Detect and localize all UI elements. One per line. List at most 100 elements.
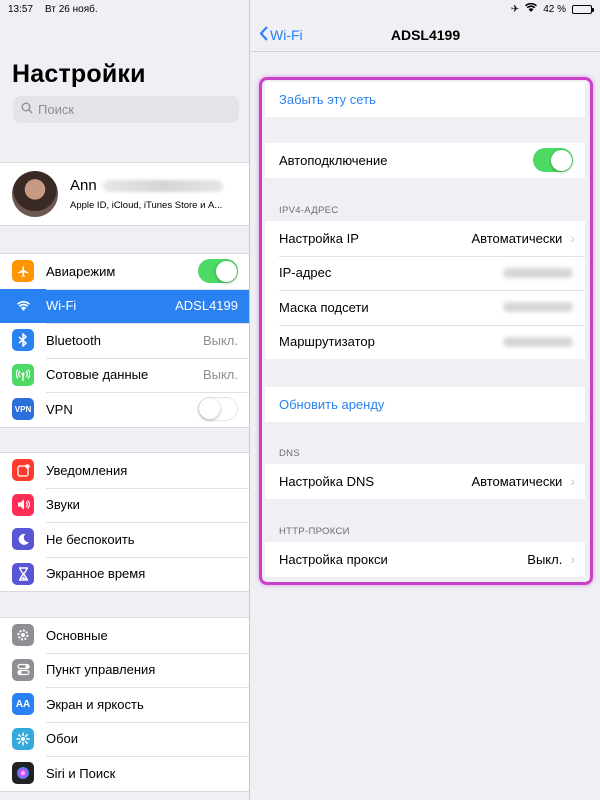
ipv4-row: IP-адрес (265, 255, 585, 291)
profile-name-text: Ann (70, 177, 97, 194)
ipv4-row-label: Маска подсети (279, 299, 369, 315)
sidebar-item-label: Экранное время (46, 566, 146, 582)
sounds-icon (12, 493, 34, 516)
renew-lease-button[interactable]: Обновить аренду (265, 387, 585, 422)
airplane-toggle[interactable] (198, 259, 238, 284)
dns-group: Настройка DNS Автоматически › (265, 464, 585, 499)
forget-network-button[interactable]: Забыть эту сеть (265, 82, 585, 117)
airplane-icon (12, 260, 34, 283)
toggle-knob (199, 398, 220, 420)
avatar (12, 171, 58, 217)
ipv4-row-label: IP-адрес (279, 265, 332, 281)
auto-join-label: Автоподключение (279, 152, 388, 168)
settings-sidebar: Настройки Ann Apple ID, iCloud, iTunes S… (0, 0, 250, 800)
vpn-icon: VPN (12, 398, 34, 421)
renew-lease-label: Обновить аренду (279, 396, 385, 412)
chevron-left-icon (259, 26, 268, 44)
proxy-settings-label: Настройка прокси (279, 551, 388, 567)
profile-group: Ann Apple ID, iCloud, iTunes Store и А..… (0, 162, 249, 226)
profile-row[interactable]: Ann Apple ID, iCloud, iTunes Store и А..… (0, 163, 249, 225)
notifications-icon (12, 459, 34, 482)
autojoin-group: Автоподключение (265, 143, 585, 178)
display-icon: AA (12, 693, 34, 716)
ipv4-row-value: Автоматически (471, 230, 563, 246)
profile-subtitle: Apple ID, iCloud, iTunes Store и А... (70, 200, 223, 211)
profile-name: Ann (70, 177, 223, 194)
ipv4-row: Маска подсети (265, 290, 585, 325)
proxy-settings-value: Выкл. (527, 551, 563, 567)
general-group: Основные Пункт управления AA Экран и яркост… (0, 617, 249, 792)
sidebar-item-notifications[interactable]: Уведомления (0, 453, 249, 488)
sidebar-item-label: Основные (46, 627, 108, 643)
gear-icon (12, 624, 34, 647)
sidebar-item-label: Экран и яркость (46, 696, 144, 712)
dns-settings-row[interactable]: Настройка DNS Автоматически › (265, 464, 585, 499)
proxy-group: Настройка прокси Выкл. › (265, 542, 585, 577)
wifi-status-icon (525, 2, 538, 15)
sidebar-item-airplane[interactable]: Авиарежим (0, 254, 249, 289)
proxy-section-header: HTTP-ПРОКСИ (279, 526, 350, 537)
bluetooth-icon (12, 329, 34, 352)
auto-join-toggle[interactable] (533, 148, 573, 173)
status-bar: 13:57 Вт 26 нояб. ✈ 42 % (0, 0, 600, 18)
search-bar[interactable] (13, 96, 239, 123)
page-title: Настройки (12, 60, 146, 88)
airplane-status-icon: ✈ (510, 3, 520, 15)
renew-group: Обновить аренду (265, 387, 585, 422)
sidebar-item-label: Уведомления (46, 462, 128, 478)
search-icon (21, 102, 33, 117)
toggle-knob (215, 260, 237, 282)
network-title: ADSL4199 (390, 26, 461, 43)
forget-group: Забыть эту сеть (265, 82, 585, 117)
status-date: Вт 26 нояб. (45, 3, 98, 15)
ipv4-row[interactable]: Настройка IP Автоматически › (265, 221, 585, 256)
ipv4-row: Маршрутизатор (265, 324, 585, 360)
ipv4-row-label: Маршрутизатор (279, 334, 375, 350)
sidebar-item-label: VPN (46, 401, 73, 417)
sidebar-item-label: Сотовые данные (46, 367, 149, 383)
sidebar-item-label: Звуки (46, 497, 80, 513)
sidebar-item-switches[interactable]: Пункт управления (0, 652, 249, 688)
ipv4-section-header: IPV4-АДРЕС (279, 205, 339, 216)
search-input[interactable] (38, 102, 218, 117)
battery-icon (572, 4, 594, 14)
switches-icon (12, 658, 34, 681)
sidebar-item-cellular[interactable]: Сотовые данные Выкл. (0, 357, 249, 393)
wifi-icon (12, 294, 34, 317)
auto-join-row: Автоподключение (265, 143, 585, 178)
sidebar-item-label: Wi-Fi (46, 298, 77, 314)
moon-icon (12, 528, 34, 551)
sidebar-item-label: Обои (46, 731, 79, 747)
toggle-knob (550, 149, 572, 171)
wifi-detail-pane: Wi-Fi ADSL4199 Забыть эту сеть Автоподкл… (251, 0, 600, 800)
cellular-icon (12, 363, 34, 386)
sidebar-item-wifi[interactable]: Wi-Fi ADSL4199 (0, 288, 249, 323)
sidebar-item-label: Не беспокоить (46, 531, 135, 547)
notifications-group: Уведомления Звуки Не беспокоить Экранное вр… (0, 452, 249, 592)
chevron-right-icon: › (570, 230, 575, 247)
blurred-value (503, 267, 573, 278)
blurred-value (503, 302, 573, 313)
sidebar-item-label: Авиарежим (46, 263, 116, 279)
dns-settings-value: Автоматически (471, 473, 563, 489)
sidebar-item-moon[interactable]: Не беспокоить (0, 522, 249, 557)
blurred-value (503, 336, 573, 347)
sidebar-item-bluetooth[interactable]: Bluetooth Выкл. (0, 323, 249, 358)
vpn-toggle[interactable] (198, 397, 238, 422)
sidebar-item-value: ADSL4199 (175, 298, 238, 314)
sidebar-item-vpn[interactable]: VPN VPN (0, 392, 249, 427)
wallpaper-icon (12, 727, 34, 750)
sidebar-item-hourglass[interactable]: Экранное время (0, 556, 249, 592)
proxy-settings-row[interactable]: Настройка прокси Выкл. › (265, 542, 585, 577)
back-button[interactable]: Wi-Fi (259, 26, 303, 44)
chevron-right-icon: › (570, 473, 575, 490)
forget-network-label: Забыть эту сеть (279, 91, 376, 107)
sidebar-item-gear[interactable]: Основные (0, 618, 249, 653)
connectivity-group: Авиарежим Wi-Fi ADSL4199 Bluetooth Выкл. Сото… (0, 253, 249, 428)
sidebar-item-sounds[interactable]: Звуки (0, 487, 249, 523)
ipv4-row-label: Настройка IP (279, 230, 359, 246)
dns-settings-label: Настройка DNS (279, 473, 375, 489)
sidebar-item-display[interactable]: AA Экран и яркость (0, 687, 249, 722)
sidebar-item-siri[interactable]: Siri и Поиск (0, 756, 249, 791)
sidebar-item-wallpaper[interactable]: Обои (0, 721, 249, 757)
